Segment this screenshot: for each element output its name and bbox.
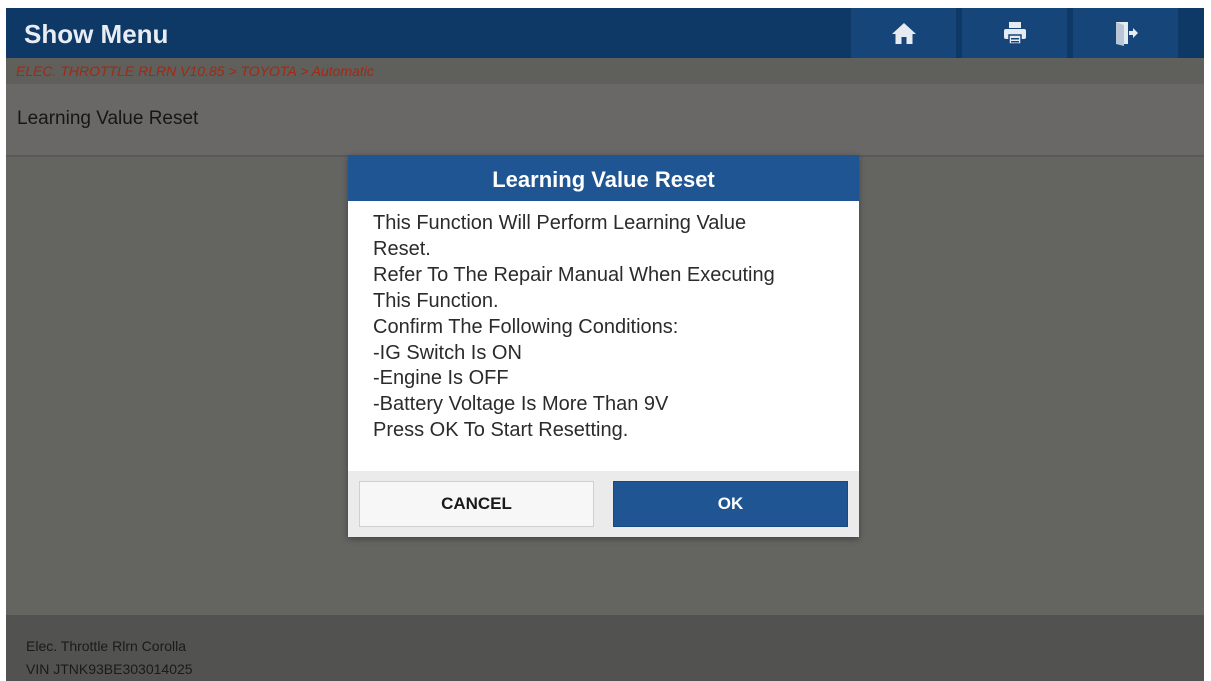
dialog-header: Learning Value Reset — [348, 155, 859, 201]
print-icon — [1002, 20, 1028, 46]
home-icon — [891, 21, 917, 45]
dialog-title: Learning Value Reset — [492, 167, 715, 192]
page-title: Show Menu — [24, 19, 169, 49]
dialog-message-line: Reset. — [373, 237, 431, 260]
home-button[interactable] — [851, 8, 956, 58]
dialog-button-bar: CANCEL OK — [348, 471, 859, 537]
dialog-message-line: Press OK To Start Resetting. — [373, 419, 629, 442]
vin-number: VIN JTNK93BE303014025 — [26, 661, 193, 677]
breadcrumb: ELEC. THROTTLE RLRN V10.85 > TOYOTA > Au… — [6, 58, 1204, 84]
confirm-dialog: Learning Value Reset This Function Will … — [348, 155, 859, 537]
print-button[interactable] — [962, 8, 1067, 58]
vehicle-function-name: Elec. Throttle Rlrn Corolla — [26, 638, 187, 654]
dialog-message-line: Confirm The Following Conditions: — [373, 315, 679, 338]
dialog-message-line: -IG Switch Is ON — [373, 341, 522, 364]
cancel-button[interactable]: CANCEL — [359, 481, 594, 527]
menu-item-learning-value-reset[interactable]: Learning Value Reset — [6, 84, 1204, 157]
menu-item-label: Learning Value Reset — [17, 108, 199, 129]
dialog-message-line: This Function. — [373, 289, 499, 312]
status-footer: Elec. Throttle Rlrn Corolla VIN JTNK93BE… — [6, 615, 1204, 681]
dialog-message: This Function Will Perform Learning Valu… — [373, 211, 843, 444]
dialog-message-line: This Function Will Perform Learning Valu… — [373, 212, 747, 234]
breadcrumb-path: ELEC. THROTTLE RLRN V10.85 > TOYOTA > Au… — [16, 63, 374, 79]
top-bar: Show Menu — [6, 8, 1204, 58]
exit-icon — [1113, 20, 1139, 46]
dialog-message-line: -Engine Is OFF — [373, 367, 509, 390]
exit-button[interactable] — [1073, 8, 1178, 58]
dialog-message-line: Refer To The Repair Manual When Executin… — [373, 263, 775, 286]
dialog-message-line: -Battery Voltage Is More Than 9V — [373, 393, 669, 416]
ok-button[interactable]: OK — [613, 481, 848, 527]
